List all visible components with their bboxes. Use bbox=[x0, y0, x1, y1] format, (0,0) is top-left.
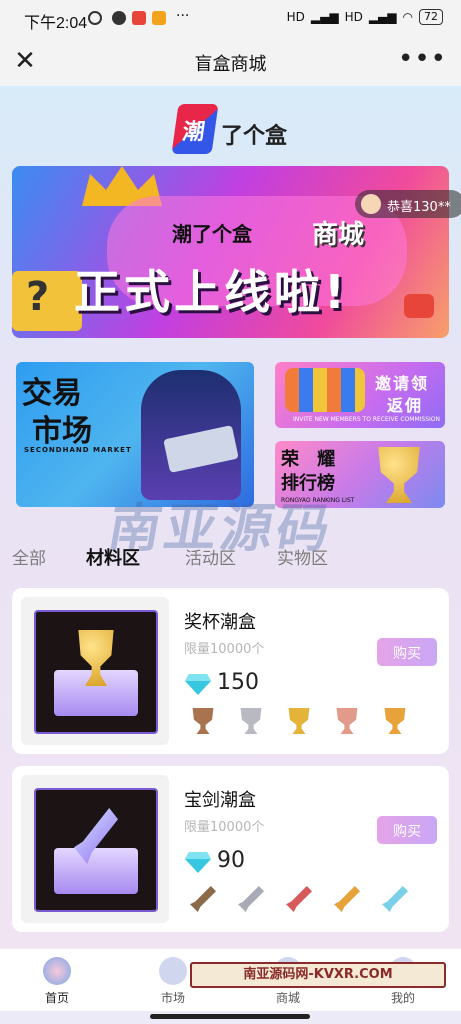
buy-button[interactable]: 购买 bbox=[377, 638, 437, 666]
alarm-icon bbox=[88, 11, 102, 25]
product-card[interactable]: 宝剑潮盒 限量10000个 购买 90 bbox=[12, 766, 449, 932]
tab-all[interactable]: 全部 bbox=[12, 544, 46, 569]
invite-caption: INVITE NEW MEMBERS TO RECEIVE COMMISSION bbox=[293, 416, 440, 423]
product-thumbnail bbox=[21, 597, 169, 745]
gold-sword-icon bbox=[334, 886, 360, 912]
winner-notice: 恭喜130** bbox=[355, 190, 461, 218]
megaphone-icon bbox=[404, 294, 434, 318]
diamond-icon bbox=[185, 674, 211, 695]
status-right: HD ▂▄▆ HD ▂▄▆ ◠ 72 bbox=[287, 9, 443, 25]
product-limit: 限量10000个 bbox=[184, 820, 265, 835]
brand-logo-text: 了个盒 bbox=[221, 124, 288, 149]
product-limit: 限量10000个 bbox=[184, 642, 265, 657]
home-indicator[interactable] bbox=[150, 1014, 310, 1019]
tab-events[interactable]: 活动区 bbox=[185, 544, 236, 569]
people-illustration bbox=[285, 368, 365, 412]
home-icon bbox=[43, 957, 71, 985]
app-notification-icon bbox=[152, 11, 166, 25]
ad-overlay: 南亚源码网-KVXR.COM bbox=[190, 962, 446, 988]
market-title-2: 市场 bbox=[32, 414, 92, 449]
signal-bars-icon: ▂▄▆ bbox=[310, 10, 339, 24]
mystery-box-icon bbox=[34, 610, 158, 734]
product-price: 90 bbox=[217, 848, 245, 873]
diamond-icon bbox=[185, 852, 211, 873]
tab-materials[interactable]: 材料区 bbox=[86, 544, 140, 570]
tab-physical[interactable]: 实物区 bbox=[277, 544, 328, 569]
market-caption: SECONDHAND MARKET bbox=[24, 446, 132, 454]
category-tabs: 全部 材料区 活动区 实物区 bbox=[12, 544, 452, 572]
wifi-icon: ◠ bbox=[402, 10, 413, 24]
banner-mall: 商城 bbox=[312, 220, 365, 250]
nav-item-home[interactable]: 首页 bbox=[22, 957, 92, 1006]
brand-logo: 潮 了个盒 bbox=[171, 104, 295, 156]
app-notification-icon bbox=[112, 11, 126, 25]
winner-notice-text: 恭喜130** bbox=[387, 200, 451, 215]
product-name: 宝剑潮盒 bbox=[184, 790, 256, 811]
crystal-sword-icon bbox=[382, 886, 408, 912]
product-card[interactable]: 奖杯潮盒 限量10000个 购买 150 bbox=[12, 588, 449, 754]
rainbow-trophy-icon bbox=[384, 708, 406, 734]
ruby-sword-icon bbox=[286, 886, 312, 912]
bronze-sword-icon bbox=[190, 886, 216, 912]
avatar bbox=[361, 194, 381, 214]
signal-bars-icon: ▂▄▆ bbox=[368, 10, 397, 24]
silver-sword-icon bbox=[238, 886, 264, 912]
silver-trophy-icon bbox=[240, 708, 262, 734]
main-content: 潮 了个盒 潮了个盒 商城 ? 正式上线啦! 恭喜130** 交易 市场 SEC… bbox=[0, 86, 461, 948]
prize-preview-list bbox=[184, 886, 444, 912]
product-name: 奖杯潮盒 bbox=[184, 612, 256, 633]
ranking-title-1: 荣 耀 bbox=[281, 449, 342, 470]
prize-preview-list bbox=[184, 708, 444, 734]
market-icon bbox=[159, 957, 187, 985]
brand-logo-mark: 潮 bbox=[171, 104, 219, 154]
title-bar: ✕ 盲盒商城 ••• bbox=[0, 38, 461, 86]
invite-title-1: 邀请领 bbox=[375, 374, 430, 393]
page-title: 盲盒商城 bbox=[194, 54, 267, 75]
status-time: 下午2:04 bbox=[24, 15, 88, 32]
bronze-trophy-icon bbox=[192, 708, 214, 734]
trophy-icon bbox=[378, 447, 420, 503]
buy-button[interactable]: 购买 bbox=[377, 816, 437, 844]
app-notification-icon bbox=[132, 11, 146, 25]
signal-icon: HD bbox=[344, 10, 363, 24]
banner-brand: 潮了个盒 bbox=[172, 222, 252, 246]
invite-promo[interactable]: 邀请领 返佣 INVITE NEW MEMBERS TO RECEIVE COM… bbox=[275, 362, 445, 428]
product-thumbnail bbox=[21, 775, 169, 923]
banner-headline: 正式上线啦! bbox=[74, 265, 349, 319]
more-menu-icon[interactable]: ••• bbox=[398, 44, 447, 74]
question-mark-icon: ? bbox=[26, 274, 50, 320]
status-bar: 下午2:04 ··· HD ▂▄▆ HD ▂▄▆ ◠ 72 bbox=[0, 0, 461, 38]
rose-trophy-icon bbox=[336, 708, 358, 734]
more-notifications-icon: ··· bbox=[176, 8, 190, 24]
battery-icon: 72 bbox=[419, 9, 443, 25]
invite-title-2: 返佣 bbox=[387, 396, 424, 415]
signal-icon: HD bbox=[286, 10, 305, 24]
gold-trophy-icon bbox=[288, 708, 310, 734]
mystery-box-icon bbox=[34, 788, 158, 912]
product-price: 150 bbox=[217, 670, 259, 695]
